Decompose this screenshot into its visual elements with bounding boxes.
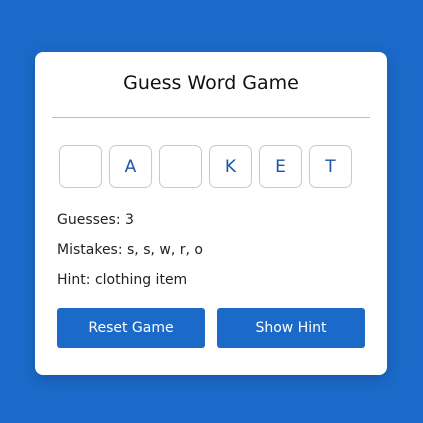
letter-tile-3: [159, 145, 202, 188]
game-card: Guess Word Game A K E T Guesses: 3 Mista…: [35, 52, 387, 375]
hint-text: Hint: clothing item: [57, 272, 188, 288]
letter-tile-5: E: [259, 145, 302, 188]
title-divider: [52, 117, 370, 118]
guesses-count: Guesses: 3: [57, 212, 134, 228]
letter-tile-4: K: [209, 145, 252, 188]
mistakes-list: Mistakes: s, s, w, r, o: [57, 242, 203, 258]
reset-game-button[interactable]: Reset Game: [57, 308, 205, 348]
letter-tile-6: T: [309, 145, 352, 188]
letter-tile-1: [59, 145, 102, 188]
game-title: Guess Word Game: [123, 72, 299, 94]
letter-tiles: A K E T: [59, 145, 352, 188]
show-hint-button[interactable]: Show Hint: [217, 308, 365, 348]
letter-tile-2: A: [109, 145, 152, 188]
